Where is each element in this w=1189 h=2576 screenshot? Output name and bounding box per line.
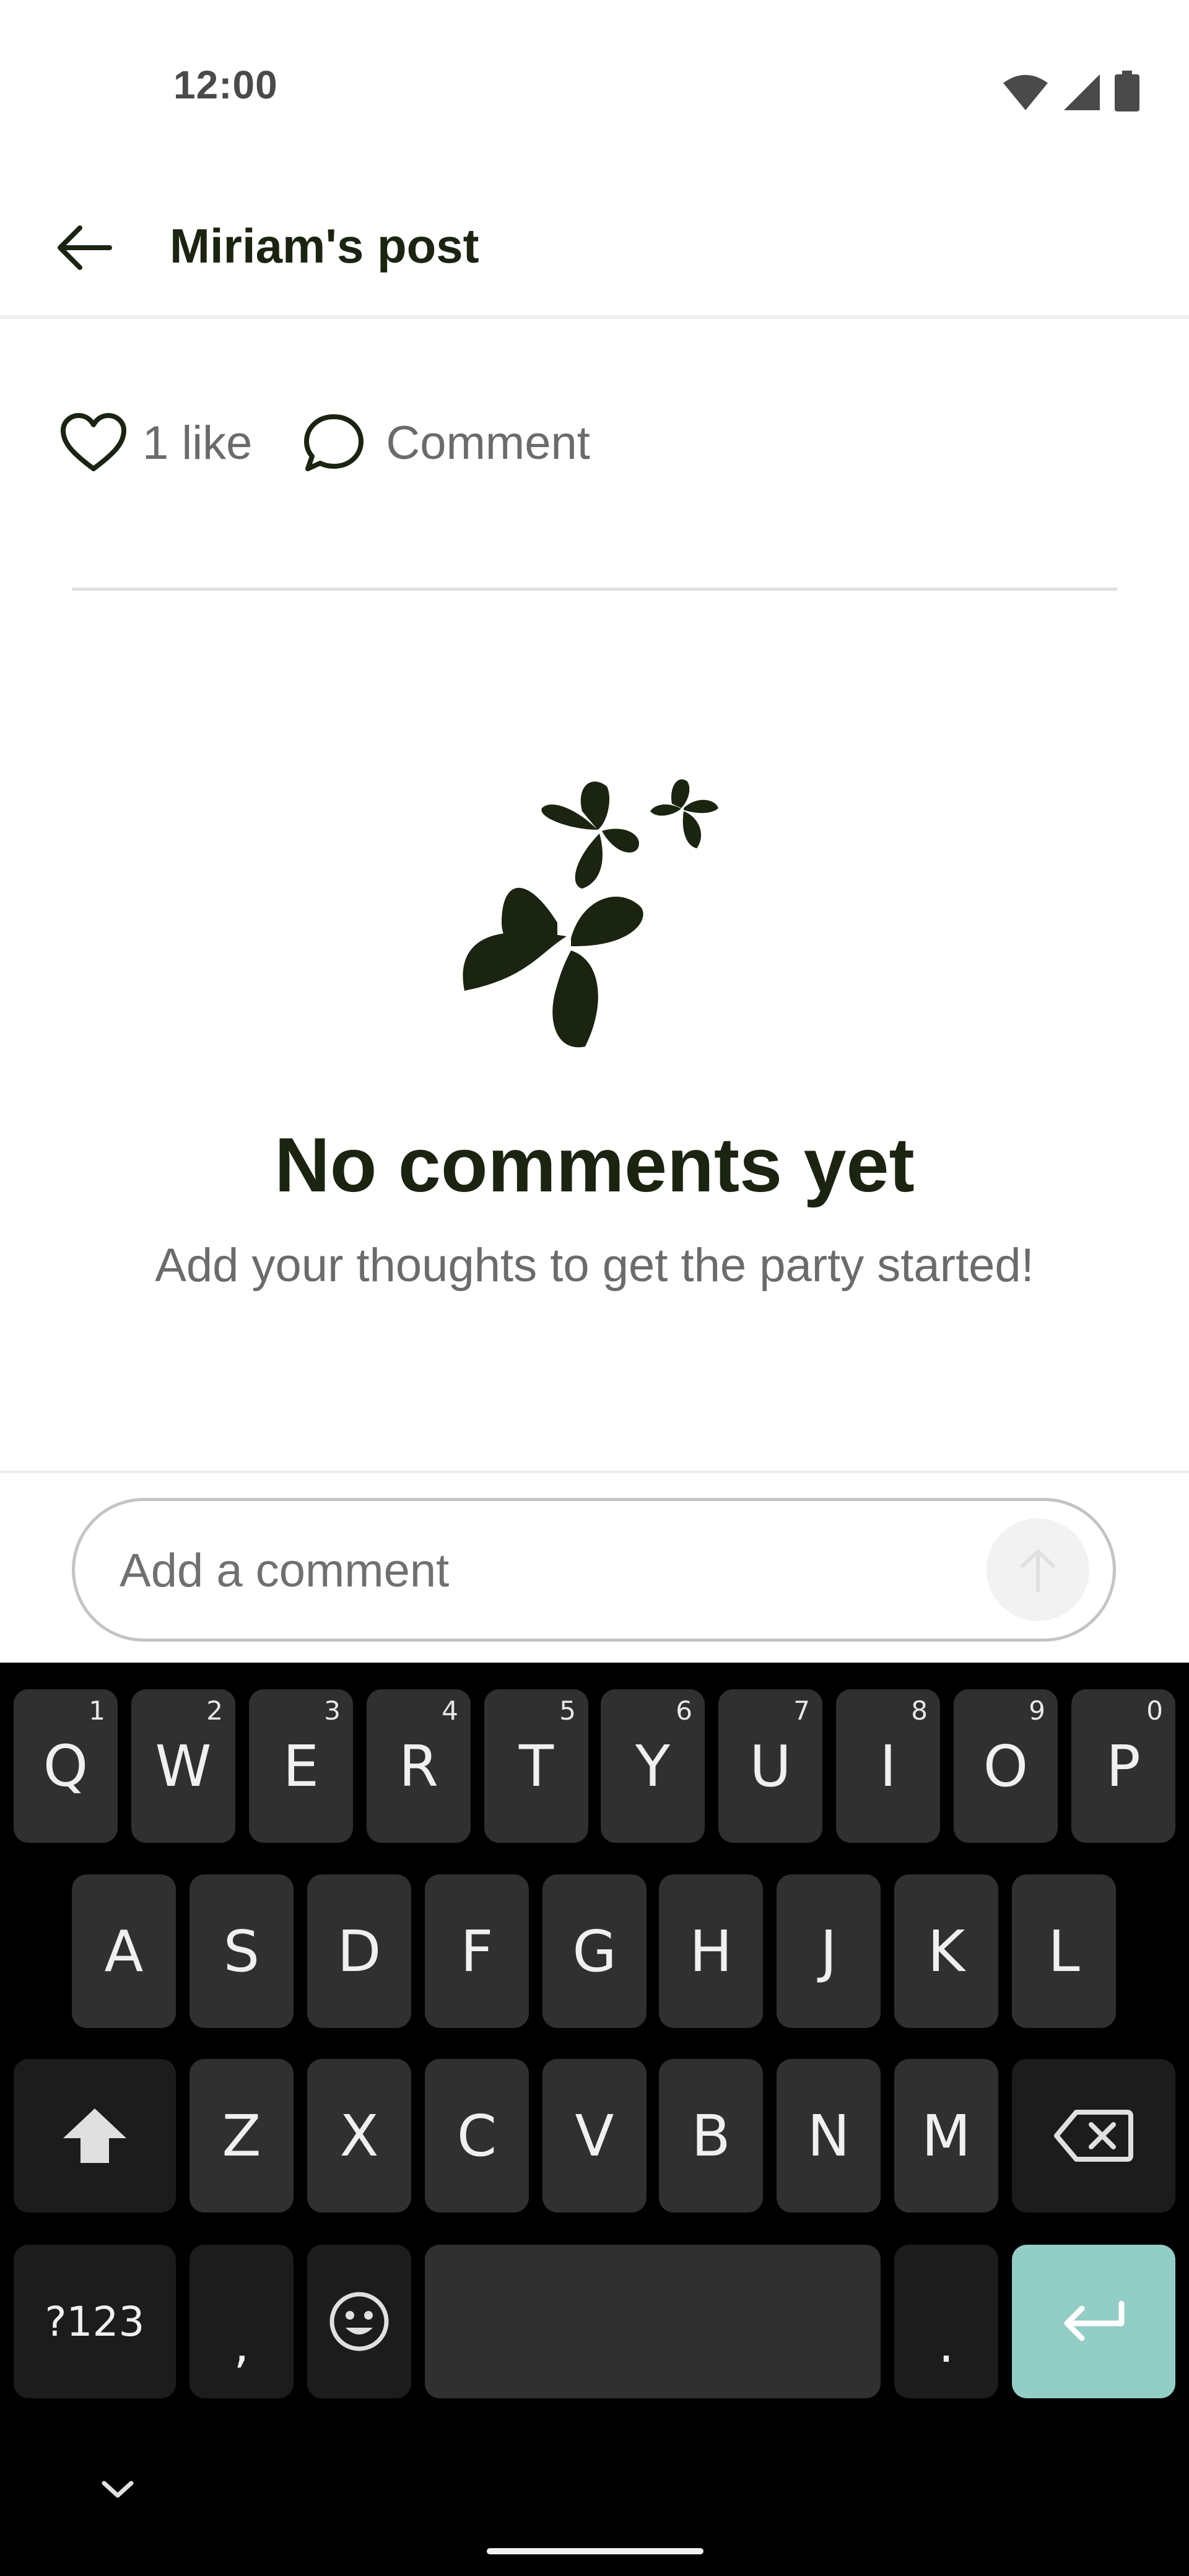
shift-key[interactable] xyxy=(14,2059,176,2213)
heart-outline-icon xyxy=(61,413,126,471)
key-hint: 5 xyxy=(559,1695,576,1726)
status-icons xyxy=(1002,69,1139,111)
key-q[interactable]: Q1 xyxy=(14,1689,118,1843)
wifi-icon xyxy=(1003,75,1048,110)
key-f[interactable]: F xyxy=(425,1874,529,2028)
key-s[interactable]: S xyxy=(189,1874,294,2028)
key-label: U xyxy=(749,1733,791,1799)
key-l[interactable]: L xyxy=(1012,1874,1116,2028)
key-hint: 8 xyxy=(911,1695,928,1726)
key-label: Q xyxy=(43,1733,89,1799)
key-y[interactable]: Y6 xyxy=(601,1689,705,1843)
key-r[interactable]: R4 xyxy=(367,1689,471,1843)
key-hint: 9 xyxy=(1029,1695,1045,1726)
emoji-icon xyxy=(329,2292,389,2351)
key-label: I xyxy=(879,1733,897,1799)
key-u[interactable]: U7 xyxy=(718,1689,822,1843)
key-hint: 3 xyxy=(324,1695,341,1726)
status-time: 12:00 xyxy=(173,63,278,107)
like-button[interactable]: 1 like xyxy=(59,402,252,483)
empty-state-title: No comments yet xyxy=(274,1123,915,1208)
empty-state-subtitle: Add your thoughts to get the party start… xyxy=(155,1239,1034,1292)
key-label: R xyxy=(399,1733,438,1799)
key-i[interactable]: I8 xyxy=(836,1689,940,1843)
like-count: 1 like xyxy=(142,416,253,469)
key-hint: 4 xyxy=(442,1695,458,1726)
shift-icon xyxy=(63,2108,126,2163)
enter-key[interactable] xyxy=(1012,2245,1175,2398)
key-z[interactable]: Z xyxy=(189,2059,294,2213)
key-g[interactable]: G xyxy=(542,1874,647,2028)
arrow-up-icon xyxy=(1021,1549,1055,1593)
key-b[interactable]: B xyxy=(659,2059,763,2213)
key-x[interactable]: X xyxy=(307,2059,411,2213)
key-hint: 7 xyxy=(793,1695,810,1726)
gesture-nav-handle[interactable] xyxy=(487,2548,703,2554)
comment-label: Comment xyxy=(386,416,590,469)
back-button[interactable] xyxy=(37,201,130,294)
backspace-key[interactable] xyxy=(1012,2059,1175,2213)
key-n[interactable]: N xyxy=(777,2059,881,2213)
key-d[interactable]: D xyxy=(307,1874,411,2028)
key-hint: 0 xyxy=(1146,1695,1163,1726)
key-a[interactable]: A xyxy=(72,1874,176,2028)
key-label: W xyxy=(155,1733,212,1799)
key-label: P xyxy=(1106,1733,1141,1799)
comment-input[interactable] xyxy=(120,1526,986,1615)
key-hint: 6 xyxy=(676,1695,692,1726)
comment-button[interactable]: Comment xyxy=(302,402,590,483)
speech-bubble-icon xyxy=(304,414,364,471)
space-key[interactable] xyxy=(425,2245,881,2398)
key-o[interactable]: O9 xyxy=(954,1689,1058,1843)
period-key[interactable]: . xyxy=(894,2245,998,2398)
backspace-icon xyxy=(1054,2110,1133,2162)
emoji-key[interactable] xyxy=(307,2245,411,2398)
key-m[interactable]: M xyxy=(894,2059,998,2213)
key-hint: 2 xyxy=(206,1695,223,1726)
key-h[interactable]: H xyxy=(659,1874,763,2028)
key-e[interactable]: E3 xyxy=(249,1689,353,1843)
key-hint: 1 xyxy=(89,1695,105,1726)
cellular-signal-icon xyxy=(1064,74,1100,110)
send-button[interactable] xyxy=(986,1518,1089,1621)
key-c[interactable]: C xyxy=(425,2059,529,2213)
butterflies-illustration xyxy=(463,779,718,1048)
chevron-down-icon xyxy=(102,2481,134,2498)
key-v[interactable]: V xyxy=(542,2059,647,2213)
arrow-left-icon xyxy=(58,225,112,270)
hide-keyboard-button[interactable] xyxy=(93,2471,142,2508)
comma-key[interactable]: , xyxy=(189,2245,294,2398)
app-bar: Miriam's post xyxy=(0,176,1189,319)
page-title: Miriam's post xyxy=(170,219,479,273)
key-label: E xyxy=(282,1733,320,1799)
status-bar: 12:00 xyxy=(0,0,1189,176)
key-label: Y xyxy=(635,1733,671,1799)
key-k[interactable]: K xyxy=(894,1874,998,2028)
divider xyxy=(72,588,1117,591)
key-p[interactable]: P0 xyxy=(1071,1689,1175,1843)
comment-composer xyxy=(0,1471,1189,1663)
post-actions: 1 like Comment xyxy=(59,402,590,483)
key-label: O xyxy=(983,1733,1029,1799)
key-label: T xyxy=(518,1733,554,1799)
battery-icon xyxy=(1115,71,1139,111)
key-w[interactable]: W2 xyxy=(131,1689,235,1843)
comment-field[interactable] xyxy=(72,1498,1116,1642)
key-j[interactable]: J xyxy=(777,1874,881,2028)
key-t[interactable]: T5 xyxy=(484,1689,588,1843)
symbols-key[interactable]: ?123 xyxy=(14,2245,176,2398)
enter-icon xyxy=(1064,2300,1125,2341)
